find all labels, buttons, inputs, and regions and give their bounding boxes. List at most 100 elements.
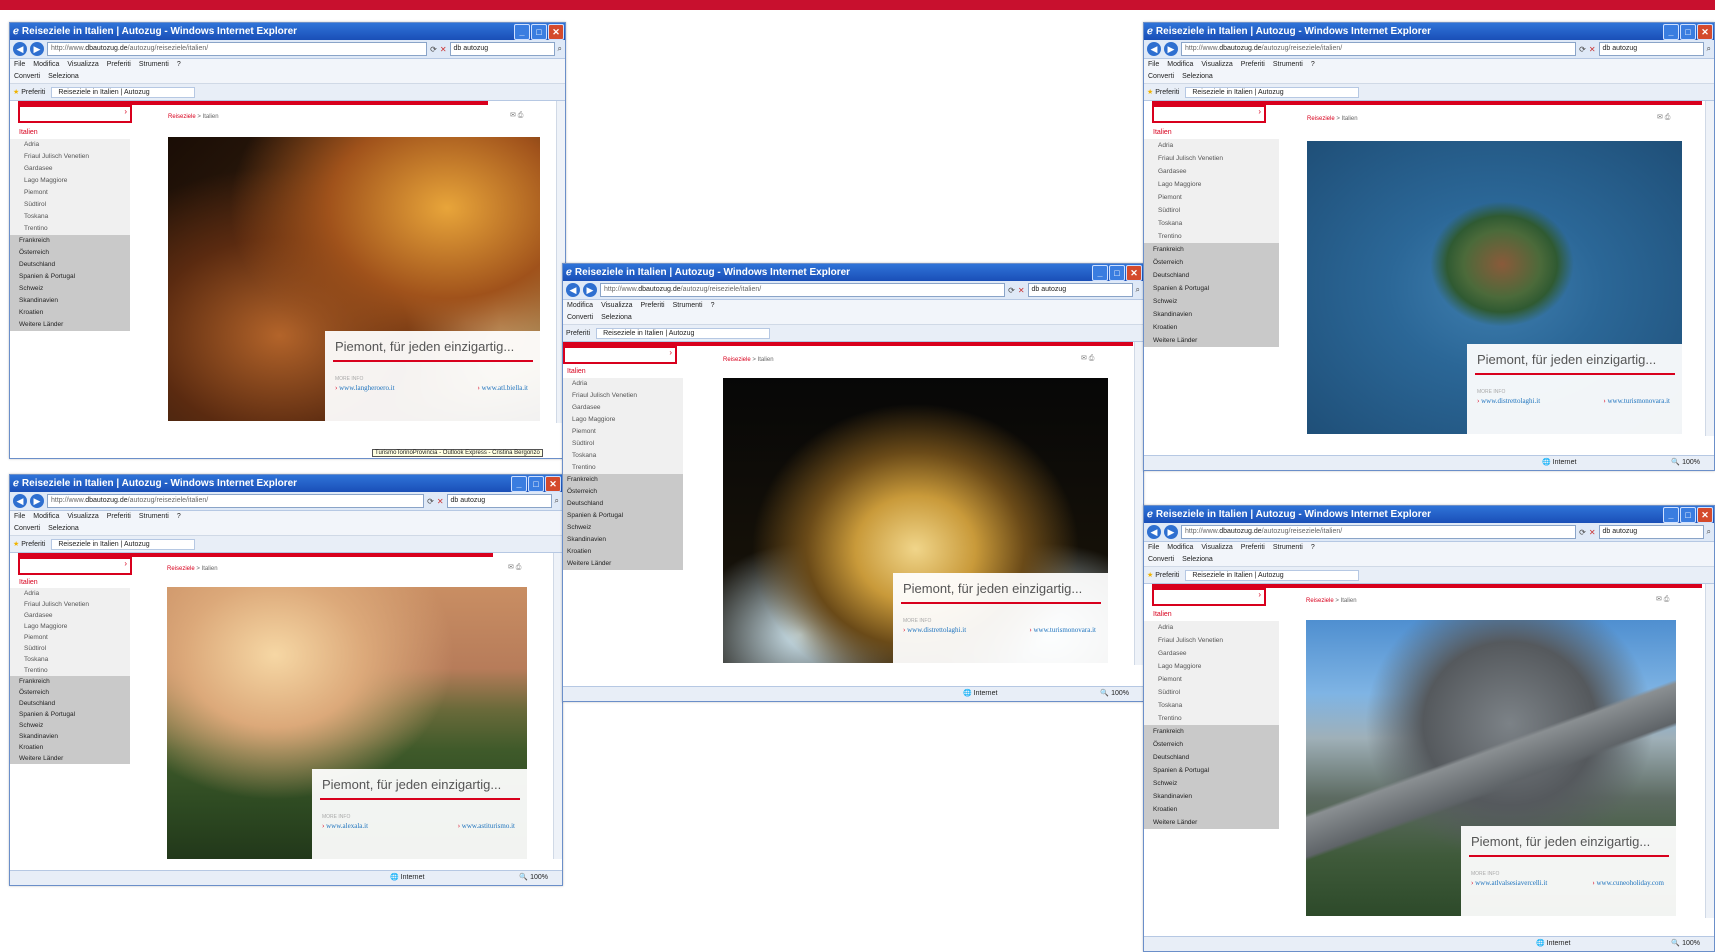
- forward-icon[interactable]: ▶: [583, 283, 597, 297]
- sidebar-item[interactable]: Toskana: [1144, 217, 1279, 230]
- sidebar-item[interactable]: Trentino: [563, 462, 683, 474]
- sidebar-item[interactable]: Österreich: [10, 687, 130, 698]
- favorites-button[interactable]: ★ Preferiti: [13, 540, 45, 548]
- refresh-icon[interactable]: ⟳: [1008, 286, 1015, 295]
- info-link-1[interactable]: › www.alexala.it: [322, 822, 368, 830]
- sidebar-item[interactable]: Skandinavien: [10, 731, 130, 742]
- sidebar-item[interactable]: Gardasee: [10, 610, 130, 621]
- sidebar-item[interactable]: Skandinavien: [1144, 790, 1279, 803]
- menu-visualizza[interactable]: Visualizza: [601, 300, 632, 312]
- menu-strumenti[interactable]: Strumenti: [139, 511, 169, 523]
- forward-icon[interactable]: ▶: [30, 494, 44, 508]
- menu-strumenti[interactable]: Strumenti: [673, 300, 703, 312]
- sidebar-item[interactable]: Lago Maggiore: [1144, 660, 1279, 673]
- stop-icon[interactable]: ✕: [1589, 45, 1596, 54]
- breadcrumb-root[interactable]: Reiseziele: [1307, 116, 1335, 122]
- minimize-button[interactable]: _: [511, 476, 527, 492]
- seleziona-button[interactable]: Seleziona: [48, 71, 79, 83]
- sidebar-item[interactable]: Österreich: [1144, 738, 1279, 751]
- favorites-button[interactable]: ★ Preferiti: [1147, 571, 1179, 579]
- sidebar-item[interactable]: Lago Maggiore: [10, 621, 130, 632]
- favorites-button[interactable]: Preferiti: [566, 330, 590, 337]
- sidebar-item[interactable]: Gardasee: [563, 402, 683, 414]
- close-button[interactable]: ✕: [1126, 265, 1142, 281]
- sidebar-item[interactable]: Friaul Julisch Venetien: [563, 390, 683, 402]
- vertical-scrollbar[interactable]: [553, 553, 562, 859]
- sidebar-item[interactable]: Adria: [10, 139, 130, 151]
- sidebar-item[interactable]: Piemont: [1144, 191, 1279, 204]
- info-link-2[interactable]: › www.turismonovara.it: [1029, 626, 1096, 634]
- search-input[interactable]: db autozug: [1598, 42, 1704, 56]
- browser-tab[interactable]: Reiseziele in Italien | Autozug: [596, 327, 771, 339]
- sidebar-item[interactable]: Spanien & Portugal: [10, 271, 130, 283]
- menu-modifica[interactable]: Modifica: [567, 300, 593, 312]
- url-input[interactable]: http://www.dbautozug.de/autozug/reisezie…: [1181, 42, 1577, 56]
- sidebar-head[interactable]: Italien: [563, 366, 683, 378]
- menu-visualizza[interactable]: Visualizza: [1201, 542, 1232, 554]
- sidebar-item[interactable]: Deutschland: [1144, 269, 1279, 282]
- search-icon[interactable]: ⌕: [1707, 44, 1711, 54]
- sidebar-item[interactable]: Schweiz: [10, 720, 130, 731]
- menu-file[interactable]: File: [14, 511, 25, 523]
- menu-strumenti[interactable]: Strumenti: [139, 59, 169, 71]
- sidebar-item[interactable]: Österreich: [1144, 256, 1279, 269]
- search-input[interactable]: db autozug: [1598, 525, 1704, 539]
- sidebar-item[interactable]: Südtirol: [563, 438, 683, 450]
- converti-button[interactable]: Converti: [1148, 71, 1174, 83]
- sidebar-item[interactable]: Gardasee: [1144, 647, 1279, 660]
- back-icon[interactable]: ◀: [13, 494, 27, 508]
- menu-preferiti[interactable]: Preferiti: [1241, 542, 1265, 554]
- sidebar-item[interactable]: Piemont: [1144, 673, 1279, 686]
- converti-button[interactable]: Converti: [1148, 554, 1174, 566]
- zoom-level[interactable]: 🔍 100%: [1671, 939, 1700, 947]
- menu-preferiti[interactable]: Preferiti: [640, 300, 664, 312]
- mail-print-icons[interactable]: ✉ ⎙: [1081, 354, 1094, 363]
- menu-file[interactable]: File: [14, 59, 25, 71]
- sidebar-item[interactable]: Friaul Julisch Venetien: [1144, 634, 1279, 647]
- sidebar-item[interactable]: Weitere Länder: [10, 319, 130, 331]
- sidebar-item[interactable]: Frankreich: [1144, 243, 1279, 256]
- sidebar-item[interactable]: Weitere Länder: [563, 558, 683, 570]
- favorites-button[interactable]: ★ Preferiti: [1147, 88, 1179, 96]
- maximize-button[interactable]: □: [528, 476, 544, 492]
- sidebar-item[interactable]: Spanien & Portugal: [10, 709, 130, 720]
- minimize-button[interactable]: _: [1663, 24, 1679, 40]
- sidebar-item[interactable]: Kroatien: [10, 307, 130, 319]
- sidebar-item[interactable]: Südtirol: [1144, 686, 1279, 699]
- search-icon[interactable]: ⌕: [1707, 527, 1711, 537]
- sidebar-item[interactable]: Deutschland: [10, 698, 130, 709]
- sidebar-item[interactable]: Friaul Julisch Venetien: [1144, 152, 1279, 165]
- back-icon[interactable]: ◀: [13, 42, 27, 56]
- maximize-button[interactable]: □: [1109, 265, 1125, 281]
- menu-help[interactable]: ?: [711, 300, 715, 312]
- close-button[interactable]: ✕: [548, 24, 564, 40]
- sidebar-head[interactable]: Italien: [1144, 127, 1279, 139]
- stop-icon[interactable]: ✕: [440, 45, 447, 54]
- minimize-button[interactable]: _: [1092, 265, 1108, 281]
- sidebar-item[interactable]: Schweiz: [1144, 777, 1279, 790]
- info-link-2[interactable]: › www.astiturismo.it: [458, 822, 515, 830]
- sidebar-item[interactable]: Friaul Julisch Venetien: [10, 151, 130, 163]
- sidebar-item[interactable]: Gardasee: [10, 163, 130, 175]
- mail-print-icons[interactable]: ✉ ⎙: [510, 111, 523, 120]
- info-link-1[interactable]: › www.atlvalsesiavercelli.it: [1471, 879, 1547, 887]
- menu-visualizza[interactable]: Visualizza: [67, 59, 98, 71]
- title-bar[interactable]: ℯ Reiseziele in Italien | Autozug - Wind…: [10, 475, 562, 492]
- sidebar-item[interactable]: Trentino: [10, 665, 130, 676]
- sidebar-item[interactable]: Gardasee: [1144, 165, 1279, 178]
- sidebar-head[interactable]: Italien: [1144, 609, 1279, 621]
- title-bar[interactable]: ℯ Reiseziele in Italien | Autozug - Wind…: [10, 23, 565, 40]
- sidebar-item[interactable]: Deutschland: [1144, 751, 1279, 764]
- back-icon[interactable]: ◀: [1147, 525, 1161, 539]
- sidebar-item[interactable]: Südtirol: [1144, 204, 1279, 217]
- maximize-button[interactable]: □: [531, 24, 547, 40]
- menu-preferiti[interactable]: Preferiti: [107, 59, 131, 71]
- seleziona-button[interactable]: Seleziona: [601, 312, 632, 324]
- sidebar-item[interactable]: Piemont: [10, 632, 130, 643]
- url-input[interactable]: http://www.dbautozug.de/autozug/reisezie…: [600, 283, 1006, 297]
- menu-help[interactable]: ?: [1311, 542, 1315, 554]
- sidebar-item[interactable]: Adria: [563, 378, 683, 390]
- refresh-icon[interactable]: ⟳: [1579, 528, 1586, 537]
- sidebar-item[interactable]: Lago Maggiore: [563, 414, 683, 426]
- site-search-box[interactable]: ›: [1152, 588, 1266, 606]
